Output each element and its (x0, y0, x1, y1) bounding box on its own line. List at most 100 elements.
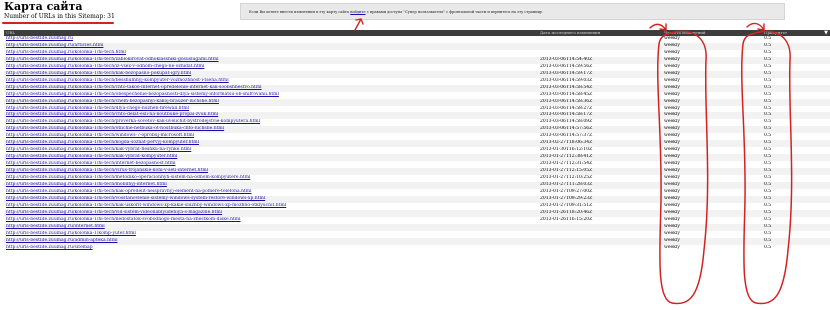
changefreq-cell: weekly (664, 133, 680, 139)
url-link[interactable]: http://urls-bestlife.zuumag.ru/kolonka-1… (6, 161, 176, 166)
table-row: http://urls-bestlife.zuumag.ru/sitemap we… (4, 245, 830, 252)
table-row: http://urls-bestlife.zuumag.ru/kolonka-1… (4, 92, 830, 99)
changefreq-cell: weekly (662, 140, 762, 148)
url-link[interactable]: http://urls-bestlife.zuumag.ru/kolonka-1… (6, 133, 194, 138)
priority-cell: 0.5 (762, 182, 830, 189)
lastmod-cell: 2013-01-27T09:29:23Z (538, 195, 662, 203)
url-link[interactable]: http://urls-bestlife.zuumag.ru/kolonka-1… (6, 182, 167, 187)
url-link[interactable]: http://urls-bestlife.zuumag.ru/kolonka-1… (6, 203, 286, 208)
priority-cell: 0.5 (764, 133, 772, 139)
url-cell: http://urls-bestlife.zuumag.ru/sitemap (4, 245, 538, 252)
url-link[interactable]: http://urls-bestlife.zuumag.ru/kolonka-1… (6, 168, 208, 173)
url-cell: http://urls-bestlife.zuumag.ru/kolonka-1… (4, 84, 538, 92)
table-row: http://urls-bestlife.zuumag.ru/kolonka-1… (4, 231, 830, 238)
changefreq-cell: weekly (664, 119, 680, 125)
table-row: http://urls-bestlife.zuumag.ru/kolonka-1… (4, 84, 830, 92)
url-link[interactable]: http://urls-bestlife.zuumag.ru/kolonka-1… (6, 217, 241, 222)
lastmod-cell: 2013-01-27T11:28:03Z (538, 182, 662, 189)
lastmod-cell: 2013-01-27T09:27:00Z (540, 188, 593, 194)
table-row: http://urls-bestlife.zuumag.ru/kolonka-1… (4, 78, 830, 85)
url-link[interactable]: http://urls-bestlife.zuumag.ru/kolonka-1… (6, 99, 219, 104)
priority-cell: 0.5 (762, 84, 830, 92)
priority-cell: 0.5 (764, 91, 772, 97)
url-link[interactable]: http://urls-bestlife.zuumag.ru/kolonka-1… (6, 154, 177, 159)
lastmod-cell (538, 231, 662, 238)
url-link[interactable]: http://urls-bestlife.zuumag.ru/kolonka-1… (6, 71, 191, 76)
url-link[interactable]: http://urls-bestlife.zuumag.ru/kolonka-1… (6, 147, 191, 152)
lastmod-cell: 2013-02-27T18:06:34Z (538, 140, 662, 148)
url-link[interactable]: http://urls-bestlife.zuumag.ru/articles.… (6, 43, 103, 48)
table-row: http://urls-bestlife.zuumag.ru/kolonka-1… (4, 70, 830, 78)
url-link[interactable]: http://urls-bestlife.zuumag.ru/kolonka-1… (6, 196, 265, 201)
url-link[interactable]: http://urls-bestlife.zuumag.ru/kolonka-1… (6, 140, 199, 145)
url-cell: http://urls-bestlife.zuumag.ru/kolonka-1… (4, 161, 538, 168)
url-count-text: Number of URLs in this Sitemap: 31 (4, 13, 115, 20)
table-row: http://urls-bestlife.zuumag.ru/kolonka-1… (4, 154, 830, 162)
changefreq-cell: weekly (664, 202, 680, 208)
table-row: http://urls-bestlife.zuumag.ru weekly 0.5 (4, 36, 830, 43)
url-link[interactable]: http://urls-bestlife.zuumag.ru/kolonka-1… (6, 57, 219, 62)
notice-text-after: с правами доступа "Супер пользователь" с… (366, 10, 544, 14)
lastmod-cell: 2013-03-06T14:58:17Z (538, 112, 662, 120)
lastmod-cell: 2013-03-06T14:58:36Z (538, 98, 662, 106)
url-link[interactable]: http://urls-bestlife.zuumag.ru/admin-apt… (6, 238, 118, 243)
priority-cell: 0.5 (762, 56, 830, 64)
changefreq-cell: weekly (664, 36, 680, 41)
lastmod-cell: 2013-03-06T14:58:09Z (540, 119, 593, 125)
lastmod-cell: 2013-01-26T18:20:46Z (538, 209, 662, 217)
changefreq-cell: weekly (662, 84, 762, 92)
url-cell: http://urls-bestlife.zuumag.ru/kolonka-1… (4, 168, 538, 176)
table-row: http://urls-bestlife.zuumag.ru/kolonka-1… (4, 106, 830, 113)
url-link[interactable]: http://urls-bestlife.zuumag.ru/sitemap (6, 245, 93, 250)
annotation-arrow-notice (354, 18, 364, 31)
sort-desc-icon[interactable]: ▼ (824, 30, 828, 36)
url-link[interactable]: http://urls-bestlife.zuumag.ru/kolonka-1… (6, 64, 204, 69)
url-link[interactable]: http://urls-bestlife.zuumag.ru/kolonka-1… (6, 210, 222, 215)
url-link[interactable]: http://urls-bestlife.zuumag.ru/kolonka-1… (6, 78, 229, 83)
url-link[interactable]: http://urls-bestlife.zuumag.ru/kolonka-1… (6, 50, 126, 55)
table-row: http://urls-bestlife.zuumag.ru/internet.… (4, 223, 830, 231)
url-link[interactable]: http://urls-bestlife.zuumag.ru (6, 36, 73, 41)
url-link[interactable]: http://urls-bestlife.zuumag.ru/kolonka-1… (6, 92, 279, 97)
table-row: http://urls-bestlife.zuumag.ru/admin-apt… (4, 237, 830, 245)
changefreq-cell: weekly (662, 112, 762, 120)
table-row: http://urls-bestlife.zuumag.ru/kolonka-1… (4, 195, 830, 203)
url-cell: http://urls-bestlife.zuumag.ru/kolonka-1… (4, 217, 538, 224)
login-link[interactable]: войдите (350, 10, 365, 14)
url-link[interactable]: http://urls-bestlife.zuumag.ru/kolonka-1… (6, 119, 260, 124)
priority-cell: 0.5 (764, 105, 772, 111)
url-link[interactable]: http://urls-bestlife.zuumag.ru/kolonka-1… (6, 112, 218, 117)
priority-cell: 0.5 (764, 175, 772, 181)
url-link[interactable]: http://urls-bestlife.zuumag.ru/kolonka-1… (6, 85, 262, 90)
url-link[interactable]: http://urls-bestlife.zuumag.ru/internet.… (6, 224, 105, 229)
annotation-underline (2, 22, 114, 24)
changefreq-cell: weekly (662, 223, 762, 231)
url-cell: http://urls-bestlife.zuumag.ru/internet.… (4, 223, 538, 231)
priority-cell: 0.5 (764, 119, 772, 125)
url-link[interactable]: http://urls-bestlife.zuumag.ru/kolonka-1… (6, 126, 224, 131)
changefreq-cell: weekly (664, 230, 680, 236)
lastmod-cell: 2013-01-27T12:15:05Z (538, 168, 662, 176)
url-link[interactable]: http://urls-bestlife.zuumag.ru/kolonka-1… (6, 231, 136, 236)
url-link[interactable]: http://urls-bestlife.zuumag.ru/kolonka-1… (6, 175, 250, 180)
page-title: Карта сайта (4, 0, 83, 13)
notice-text-before: Если Вы хотите внести изменения в эту ка… (249, 10, 350, 14)
lastmod-cell: 2013-03-06T14:54:40Z (538, 56, 662, 64)
changefreq-cell: weekly (664, 244, 680, 250)
changefreq-cell: weekly (662, 195, 762, 203)
url-cell: http://urls-bestlife.zuumag.ru/kolonka-1… (4, 64, 538, 71)
lastmod-cell: 2013-03-06T14:57:37Z (540, 133, 593, 139)
priority-cell: 0.5 (764, 49, 772, 55)
lastmod-cell: 2013-03-06T14:58:27Z (540, 105, 593, 111)
lastmod-cell (538, 245, 662, 252)
priority-cell: 0.5 (764, 244, 772, 250)
table-row: http://urls-bestlife.zuumag.ru/kolonka-1… (4, 126, 830, 134)
changefreq-cell: weekly (664, 188, 680, 194)
table-row: http://urls-bestlife.zuumag.ru/kolonka-1… (4, 112, 830, 120)
url-cell: http://urls-bestlife.zuumag.ru/kolonka-1… (4, 119, 538, 126)
url-cell: http://urls-bestlife.zuumag.ru/kolonka-1… (4, 106, 538, 113)
url-link[interactable]: http://urls-bestlife.zuumag.ru/kolonka-1… (6, 106, 189, 111)
changefreq-cell: weekly (664, 77, 680, 83)
url-link[interactable]: http://urls-bestlife.zuumag.ru/kolonka-1… (6, 189, 252, 194)
url-cell: http://urls-bestlife.zuumag.ru/kolonka-1… (4, 140, 538, 148)
